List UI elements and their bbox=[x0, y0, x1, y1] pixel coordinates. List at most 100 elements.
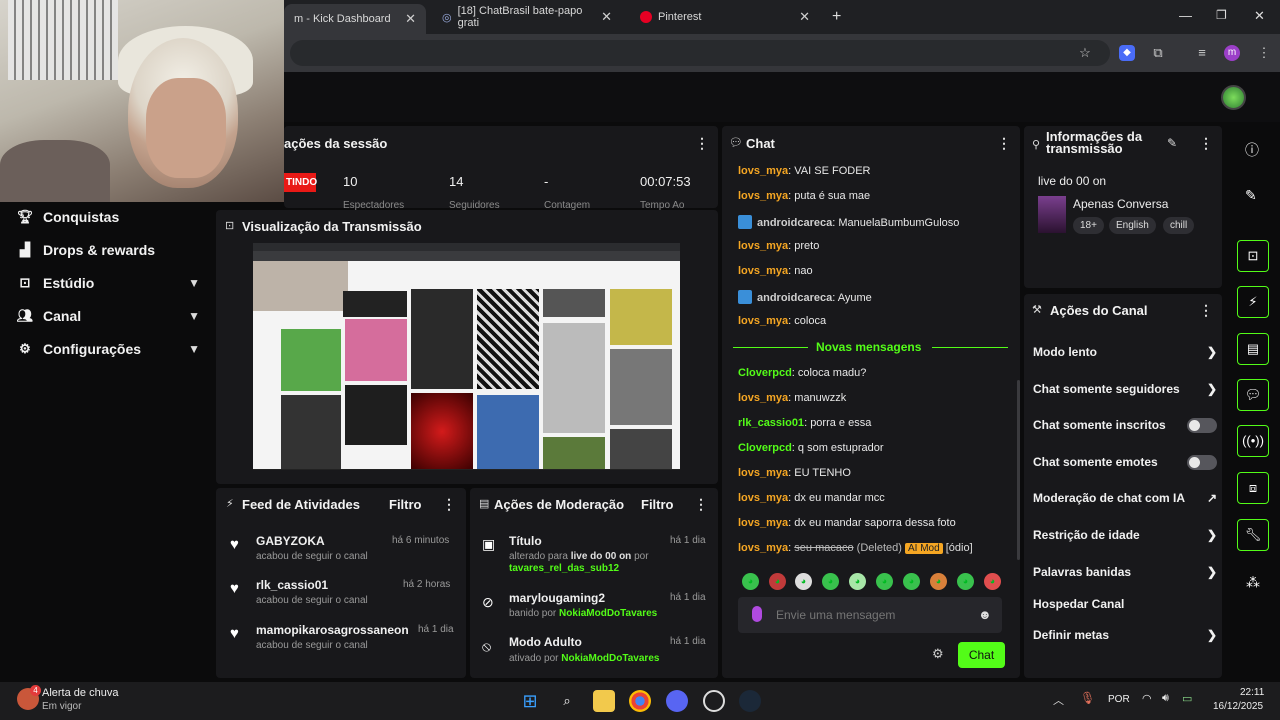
emote-icon[interactable]: ◕ bbox=[849, 573, 866, 590]
emote-icon[interactable]: ◕ bbox=[903, 573, 920, 590]
url-input[interactable] bbox=[290, 40, 1110, 66]
emote-icon[interactable]: ◕ bbox=[742, 573, 759, 590]
chat-username[interactable]: lovs_mya bbox=[738, 190, 788, 202]
chat-message-input[interactable] bbox=[776, 603, 966, 627]
chat-username[interactable]: androidcareca bbox=[757, 292, 832, 304]
action-age-restriction[interactable]: Restrição de idade ❯ bbox=[1033, 525, 1217, 545]
profile-avatar[interactable]: m bbox=[1224, 45, 1240, 61]
minimize-icon[interactable]: — bbox=[1179, 8, 1192, 23]
media-control-icon[interactable]: ≡ bbox=[1194, 45, 1210, 61]
language-indicator[interactable]: POR bbox=[1108, 694, 1130, 705]
user-avatar[interactable] bbox=[1221, 85, 1246, 110]
search-icon[interactable]: ⌕ bbox=[556, 690, 578, 712]
emote-icon[interactable]: ◕ bbox=[876, 573, 893, 590]
battery-icon[interactable]: ▭ bbox=[1182, 692, 1192, 705]
sidebar-item-drops[interactable]: ▟ Drops & rewards bbox=[16, 239, 200, 261]
chat-username[interactable]: Cloverpcd bbox=[738, 367, 792, 379]
mod-action-name[interactable]: marylougaming2 bbox=[509, 591, 605, 605]
edit-pencil-icon[interactable]: ✎ bbox=[1167, 136, 1177, 150]
activity-user[interactable]: GABYZOKA bbox=[256, 534, 325, 548]
microphone-icon[interactable]: 🎙︎ bbox=[1080, 691, 1095, 705]
edit-pencil-icon[interactable]: ✎ bbox=[1245, 187, 1257, 204]
discord-icon[interactable] bbox=[666, 690, 688, 712]
steam-icon[interactable] bbox=[739, 690, 761, 712]
activity-user[interactable]: mamopikarosagrossaneon bbox=[256, 623, 409, 637]
action-banned-words[interactable]: Palavras banidas ❯ bbox=[1033, 562, 1217, 582]
emoji-icon[interactable]: ☻ bbox=[978, 607, 992, 622]
chat-username[interactable]: lovs_mya bbox=[738, 492, 788, 504]
category-thumbnail[interactable] bbox=[1038, 196, 1066, 233]
sidebar-item-estudio[interactable]: ⊡ Estúdio ▼ bbox=[16, 272, 200, 294]
close-window-icon[interactable]: ✕ bbox=[1254, 8, 1265, 24]
chat-message[interactable]: Cloverpcd: q som estuprador bbox=[738, 442, 884, 454]
emotes-only-toggle[interactable] bbox=[1187, 454, 1217, 470]
close-tab-icon[interactable]: ✕ bbox=[799, 9, 810, 25]
tab-pinterest[interactable]: Pinterest ✕ bbox=[630, 4, 820, 30]
browser-menu-icon[interactable]: ⋮ bbox=[1256, 45, 1272, 61]
chat-username[interactable]: lovs_mya bbox=[738, 165, 788, 177]
activity-user[interactable]: rlk_cassio01 bbox=[256, 578, 328, 592]
chat-message[interactable]: lovs_mya: dx eu mandar mcc bbox=[738, 492, 885, 504]
chat-username[interactable]: lovs_mya bbox=[738, 467, 788, 479]
chat-username[interactable]: lovs_mya bbox=[738, 517, 788, 529]
tab-kick-dashboard[interactable]: m - Kick Dashboard ✕ bbox=[284, 4, 426, 34]
chat-message[interactable]: lovs_mya: preto bbox=[738, 240, 819, 252]
maximize-icon[interactable]: ❐ bbox=[1216, 8, 1227, 22]
emote-icon[interactable]: ◕ bbox=[795, 573, 812, 590]
action-slow-mode[interactable]: Modo lento ❯ bbox=[1033, 342, 1217, 362]
action-followers-only[interactable]: Chat somente seguidores ❯ bbox=[1033, 379, 1217, 399]
tag-chip[interactable]: 18+ bbox=[1073, 217, 1104, 234]
chat-message[interactable]: lovs_mya: nao bbox=[738, 265, 813, 277]
chat-username[interactable]: lovs_mya bbox=[738, 315, 788, 327]
wifi-icon[interactable]: ◠ bbox=[1142, 692, 1152, 705]
subscribers-only-toggle[interactable] bbox=[1187, 417, 1217, 433]
extensions-puzzle-icon[interactable]: ⧉ bbox=[1150, 45, 1166, 61]
activity-filter-button[interactable]: Filtro bbox=[389, 497, 422, 512]
chevron-up-icon[interactable]: ︿ bbox=[1053, 692, 1064, 708]
tag-chip[interactable]: chill bbox=[1163, 217, 1195, 234]
session-menu-icon[interactable]: ⋮ bbox=[695, 135, 709, 152]
chat-message[interactable]: lovs_mya: puta é sua mae bbox=[738, 190, 870, 202]
chat-username[interactable]: Cloverpcd bbox=[738, 442, 792, 454]
moderation-filter-button[interactable]: Filtro bbox=[641, 497, 674, 512]
emote-icon[interactable]: ◕ bbox=[930, 573, 947, 590]
action-set-goals[interactable]: Definir metas ❯ bbox=[1033, 625, 1217, 645]
clock-time[interactable]: 22:11 bbox=[1240, 687, 1264, 698]
activity-toggle-icon[interactable]: ⚡︎ bbox=[1237, 286, 1269, 318]
tools-toggle-icon[interactable]: 🔧︎ bbox=[1237, 519, 1269, 551]
preview-toggle-icon[interactable]: ⊡ bbox=[1237, 240, 1269, 272]
chat-toggle-icon[interactable]: 💬︎ bbox=[1237, 379, 1269, 411]
broadcast-toggle-icon[interactable]: ((•)) bbox=[1237, 425, 1269, 457]
mic-icon[interactable] bbox=[752, 606, 762, 622]
category-name[interactable]: Apenas Conversa bbox=[1073, 197, 1168, 211]
chrome-icon[interactable] bbox=[629, 690, 651, 712]
chat-message[interactable]: lovs_mya: EU TENHO bbox=[738, 467, 851, 479]
activity-menu-icon[interactable]: ⋮ bbox=[442, 496, 456, 513]
chat-username[interactable]: lovs_mya bbox=[738, 240, 788, 252]
tag-chip[interactable]: English bbox=[1109, 217, 1156, 234]
chat-username[interactable]: androidcareca bbox=[757, 217, 832, 229]
app-icon[interactable] bbox=[703, 690, 725, 712]
chat-message[interactable]: Cloverpcd: coloca madu? bbox=[738, 367, 866, 379]
chat-message[interactable]: androidcareca: Ayume bbox=[738, 290, 872, 304]
chat-deleted-message[interactable]: lovs_mya: seu macaco (Deleted) AI Mod [ó… bbox=[738, 542, 973, 554]
chat-username[interactable]: rlk_cassio01 bbox=[738, 417, 804, 429]
chat-message[interactable]: lovs_mya: coloca bbox=[738, 315, 826, 327]
moderation-toggle-icon[interactable]: ▤ bbox=[1237, 333, 1269, 365]
close-tab-icon[interactable]: ✕ bbox=[405, 11, 416, 27]
channel-actions-menu-icon[interactable]: ⋮ bbox=[1199, 302, 1213, 319]
sidebar-item-canal[interactable]: 👥︎ Canal ▼ bbox=[16, 305, 200, 327]
chat-message[interactable]: lovs_mya: manuwzzk bbox=[738, 392, 846, 404]
tab-chatbrasil[interactable]: ◎ [18] ChatBrasil bate-papo grati ✕ bbox=[432, 4, 622, 30]
chat-send-button[interactable]: Chat bbox=[958, 642, 1005, 668]
volume-icon[interactable]: 🔊︎ bbox=[1162, 692, 1169, 705]
emote-icon[interactable]: ◕ bbox=[822, 573, 839, 590]
windows-start-icon[interactable]: ⊞ bbox=[519, 690, 541, 712]
stream-preview-video[interactable] bbox=[253, 243, 680, 470]
info-icon[interactable]: ⓘ bbox=[1245, 140, 1259, 160]
more-tools-icon[interactable]: ⁂ bbox=[1246, 574, 1260, 591]
chat-scrollbar[interactable] bbox=[1017, 380, 1020, 560]
action-host-channel[interactable]: Hospedar Canal bbox=[1033, 594, 1217, 614]
chat-username[interactable]: lovs_mya bbox=[738, 392, 788, 404]
sidebar-item-conquistas[interactable]: 🏆︎ Conquistas bbox=[16, 206, 200, 228]
